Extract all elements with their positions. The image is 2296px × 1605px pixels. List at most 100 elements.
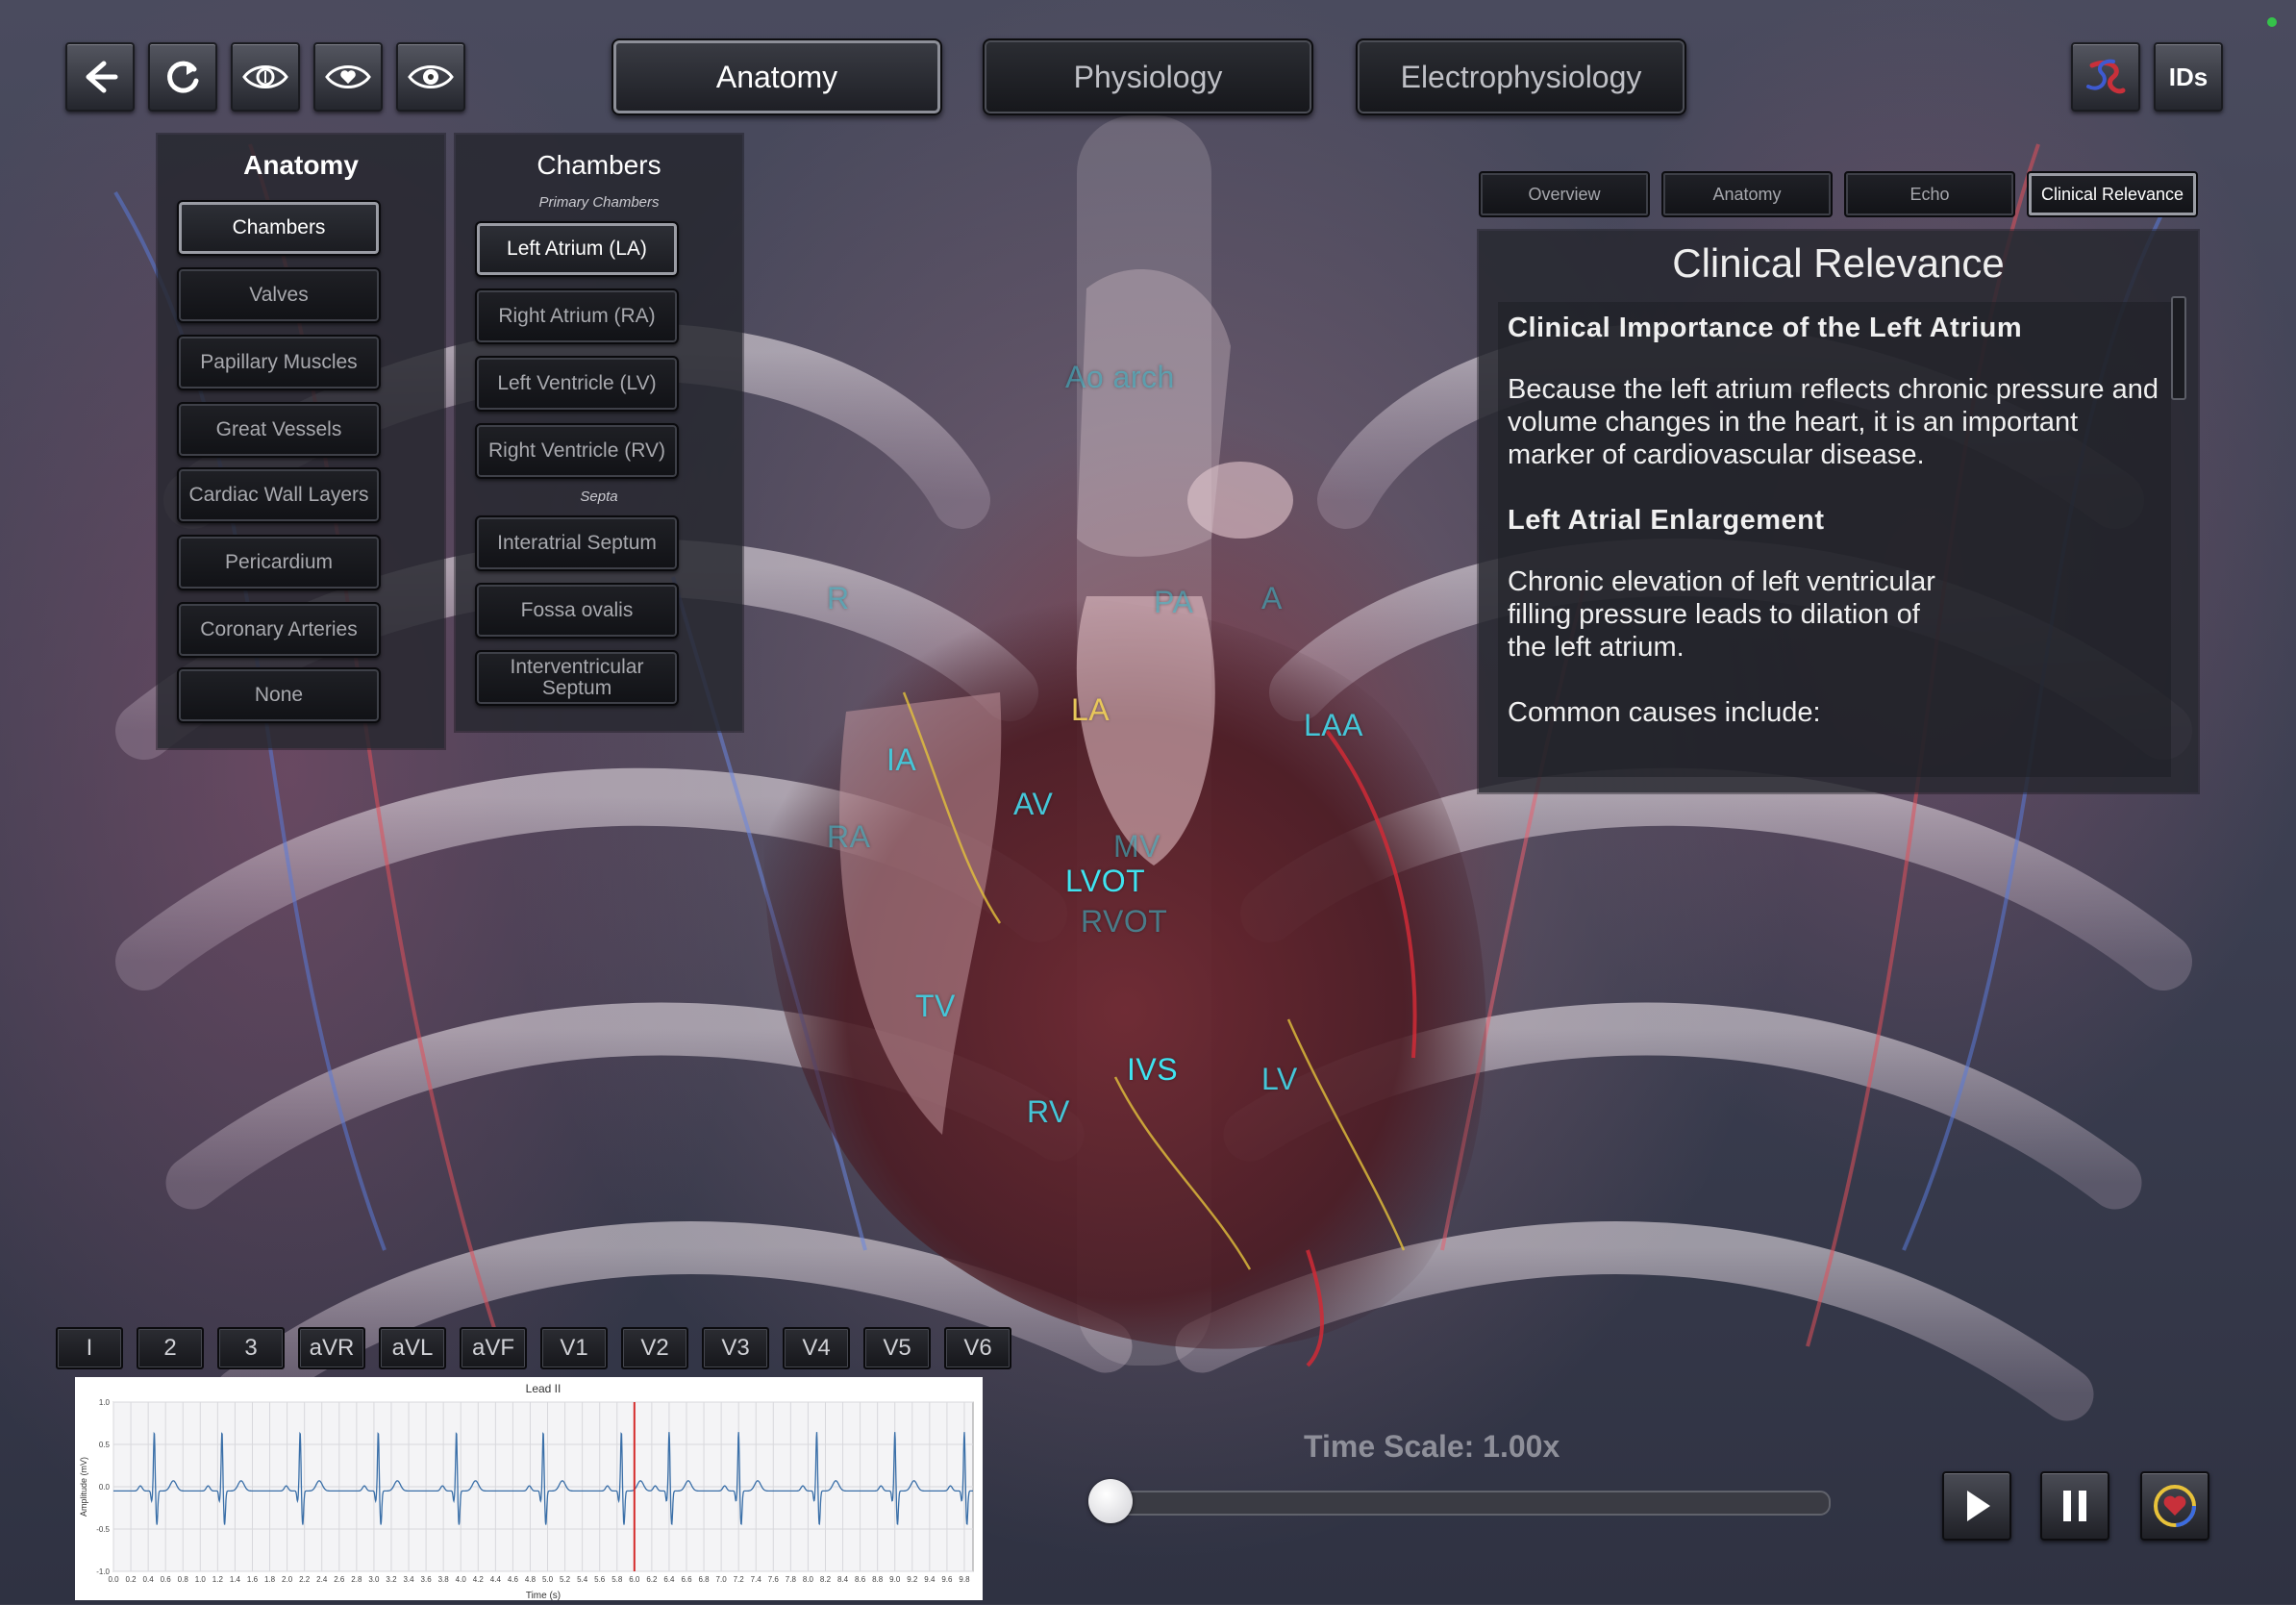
label-mv[interactable]: MV [1113, 829, 1160, 865]
eye-icon [408, 65, 454, 88]
ecg-x-tick-label: 9.0 [889, 1575, 901, 1584]
label-laa[interactable]: LAA [1304, 708, 1363, 743]
back-button[interactable] [65, 42, 135, 112]
lead-button-avr[interactable]: aVR [298, 1327, 365, 1369]
eye-heart-icon [325, 65, 371, 88]
anatomy-item-valves[interactable]: Valves [177, 267, 381, 323]
info-tab-clinical-relevance[interactable]: Clinical Relevance [2027, 171, 2198, 217]
anatomy-item-pericardium[interactable]: Pericardium [177, 535, 381, 590]
status-indicator [2267, 17, 2277, 27]
play-button[interactable] [1942, 1471, 2011, 1541]
chamber-item-right-atrium[interactable]: Right Atrium (RA) [475, 288, 679, 344]
anatomy-item-papillary-muscles[interactable]: Papillary Muscles [177, 335, 381, 390]
view-mode-2-button[interactable] [313, 42, 383, 112]
play-icon [1967, 1491, 1990, 1521]
ecg-x-tick-label: 8.6 [855, 1575, 866, 1584]
septum-item-interventricular[interactable]: Interventricular Septum [475, 650, 679, 706]
time-scale-slider[interactable] [1104, 1491, 1831, 1516]
refresh-icon [167, 61, 199, 93]
lead-button-2[interactable]: 2 [137, 1327, 204, 1369]
ecg-x-tick-label: 4.4 [490, 1575, 502, 1584]
label-la[interactable]: LA [1071, 692, 1110, 728]
ecg-x-tick-label: 3.4 [403, 1575, 414, 1584]
chambers-panel: Chambers Primary Chambers Left Atrium (L… [456, 135, 742, 731]
label-av[interactable]: AV [1013, 787, 1053, 822]
label-ia[interactable]: IA [886, 742, 916, 778]
tab-anatomy[interactable]: Anatomy [611, 38, 942, 115]
label-lvot[interactable]: LVOT [1065, 864, 1145, 899]
anatomy-item-none[interactable]: None [177, 667, 381, 723]
chamber-item-left-atrium[interactable]: Left Atrium (LA) [475, 221, 679, 277]
ecg-x-tick-label: 8.0 [803, 1575, 814, 1584]
pause-button[interactable] [2040, 1471, 2109, 1541]
chamber-item-left-ventricle[interactable]: Left Ventricle (LV) [475, 356, 679, 412]
ecg-x-tick-label: 9.2 [907, 1575, 918, 1584]
anatomy-item-coronary-arteries[interactable]: Coronary Arteries [177, 602, 381, 658]
label-rvot[interactable]: RVOT [1081, 904, 1167, 940]
info-tab-echo[interactable]: Echo [1844, 171, 2015, 217]
refresh-button[interactable] [148, 42, 217, 112]
ecg-x-tick-label: 3.6 [421, 1575, 433, 1584]
label-ao-arch[interactable]: Ao arch [1065, 360, 1175, 395]
time-scale-slider-handle[interactable] [1088, 1479, 1133, 1523]
ecg-chart-svg: 0.0 0.2 0.4 0.6 0.8 1.0 1.2 1.4 1.6 1.8 2.0 2.2 2.4 2… [79, 1382, 974, 1601]
septum-item-fossa-ovalis[interactable]: Fossa ovalis [475, 583, 679, 639]
ecg-x-tick-label: 1.0 [195, 1575, 207, 1584]
ids-button[interactable]: IDs [2154, 42, 2223, 112]
label-ivs[interactable]: IVS [1127, 1052, 1178, 1088]
lead-button-avf[interactable]: aVF [460, 1327, 527, 1369]
ecg-x-tick-label: 0.4 [143, 1575, 155, 1584]
lead-button-v3[interactable]: V3 [702, 1327, 769, 1369]
septa-heading: Septa [580, 489, 618, 505]
lead-button-v5[interactable]: V5 [863, 1327, 931, 1369]
ecg-y-tick-label: 1.0 [99, 1398, 111, 1407]
ecg-x-tick-label: 6.4 [663, 1575, 675, 1584]
lead-button-3[interactable]: 3 [217, 1327, 285, 1369]
ecg-x-tick-label: 7.6 [768, 1575, 780, 1584]
chambers-panel-title: Chambers [537, 150, 661, 180]
info-tab-overview[interactable]: Overview [1479, 171, 1650, 217]
logo-button[interactable] [2071, 42, 2140, 112]
info-tab-anatomy[interactable]: Anatomy [1661, 171, 1833, 217]
lead-button-avl[interactable]: aVL [379, 1327, 446, 1369]
ecg-x-tick-label: 3.8 [438, 1575, 450, 1584]
tab-physiology[interactable]: Physiology [983, 38, 1313, 115]
ecg-x-tick-label: 1.2 [212, 1575, 224, 1584]
septum-item-interatrial[interactable]: Interatrial Septum [475, 515, 679, 571]
info-paragraph-3: Common causes include: [1508, 697, 1821, 728]
heart-cycle-button[interactable] [2140, 1471, 2209, 1541]
ecg-x-tick-label: 7.8 [786, 1575, 797, 1584]
tab-electrophysiology[interactable]: Electrophysiology [1356, 38, 1686, 115]
primary-chambers-heading: Primary Chambers [538, 194, 660, 211]
ecg-x-tick-label: 8.2 [820, 1575, 832, 1584]
label-lv[interactable]: LV [1261, 1062, 1298, 1097]
ecg-y-tick-label: -0.5 [96, 1525, 110, 1534]
lead-button-v4[interactable]: V4 [783, 1327, 850, 1369]
ecg-x-tick-label: 4.0 [456, 1575, 467, 1584]
info-paragraph-1: Because the left atrium reflects chronic… [1508, 374, 2159, 470]
label-rv[interactable]: RV [1027, 1094, 1070, 1130]
time-scale-label: Time Scale: 1.00x [1304, 1429, 1560, 1464]
label-ra[interactable]: RA [827, 819, 870, 855]
label-pa[interactable]: PA [1154, 585, 1193, 620]
info-scrollbar[interactable] [2171, 296, 2186, 400]
view-mode-1-button[interactable] [231, 42, 300, 112]
label-tv[interactable]: TV [915, 989, 956, 1024]
info-scroll-area[interactable]: Clinical Importance of the Left Atrium B… [1498, 302, 2171, 777]
lead-button-i[interactable]: I [56, 1327, 123, 1369]
anatomy-item-chambers[interactable]: Chambers [177, 200, 381, 256]
ecg-x-tick-label: 5.0 [542, 1575, 554, 1584]
lead-button-v1[interactable]: V1 [540, 1327, 608, 1369]
ecg-x-tick-label: 6.8 [698, 1575, 710, 1584]
ecg-x-tick-label: 3.2 [386, 1575, 397, 1584]
ecg-ylabel: Amplitude (mV) [79, 1457, 88, 1517]
ecg-x-tick-label: 5.8 [611, 1575, 623, 1584]
view-mode-3-button[interactable] [396, 42, 465, 112]
ecg-x-tick-label: 1.8 [264, 1575, 276, 1584]
anatomy-item-great-vessels[interactable]: Great Vessels [177, 402, 381, 458]
chamber-item-right-ventricle[interactable]: Right Ventricle (RV) [475, 423, 679, 479]
lead-button-v2[interactable]: V2 [621, 1327, 688, 1369]
ecg-x-tick-label: 2.4 [316, 1575, 328, 1584]
anatomy-item-cardiac-wall-layers[interactable]: Cardiac Wall Layers [177, 467, 381, 523]
lead-button-v6[interactable]: V6 [944, 1327, 1011, 1369]
